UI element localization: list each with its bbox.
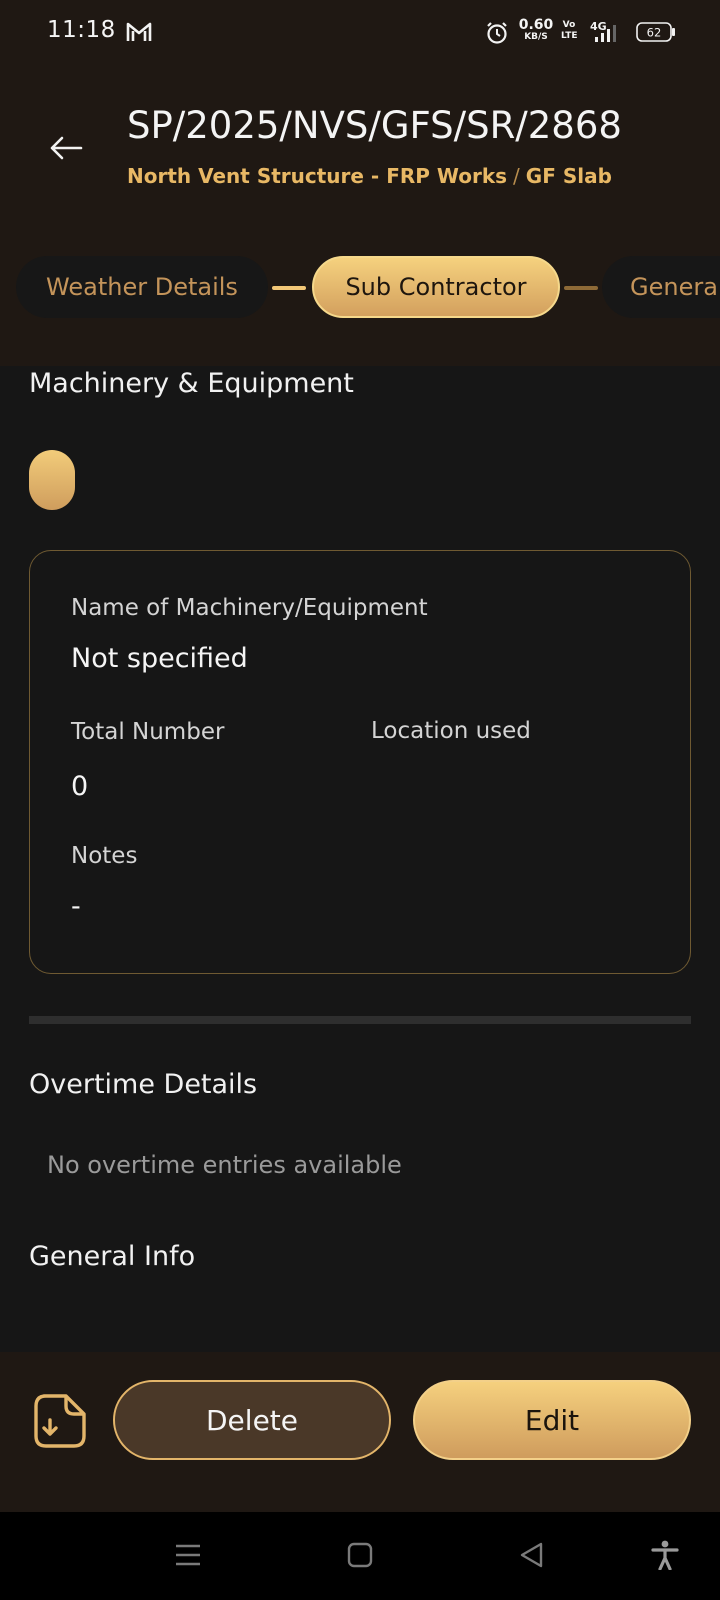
- breadcrumb-location: GF Slab: [525, 164, 612, 188]
- step-general[interactable]: Genera: [602, 256, 720, 318]
- breadcrumb-project: North Vent Structure - FRP Works: [127, 164, 508, 188]
- action-bar: Delete Edit: [0, 1352, 720, 1512]
- menu-icon[interactable]: [173, 1540, 203, 1570]
- back-button[interactable]: [44, 126, 88, 170]
- download-button[interactable]: [32, 1392, 88, 1450]
- page-title: SP/2025/NVS/GFS/SR/2868: [127, 104, 622, 147]
- home-icon[interactable]: [345, 1540, 375, 1570]
- gmail-icon: [126, 22, 152, 41]
- machinery-name-value: Not specified: [71, 643, 248, 674]
- overtime-section-title: Overtime Details: [29, 1069, 258, 1100]
- breadcrumb-separator: /: [513, 164, 520, 188]
- edit-button[interactable]: Edit: [413, 1380, 691, 1460]
- machinery-section-title: Machinery & Equipment: [29, 368, 354, 399]
- network-type: 4G: [590, 20, 607, 33]
- arrow-left-icon: [50, 136, 83, 160]
- download-document-icon: [34, 1394, 86, 1448]
- total-number-value: 0: [71, 771, 89, 802]
- volte-bottom: LTE: [561, 31, 578, 41]
- step-sub-contractor[interactable]: Sub Contractor: [312, 256, 560, 318]
- overtime-empty-text: No overtime entries available: [47, 1151, 402, 1179]
- system-nav-bar: [0, 1512, 720, 1600]
- total-number-label: Total Number: [71, 719, 225, 745]
- signal-icon: 4G: [590, 20, 616, 42]
- general-info-section-title: General Info: [29, 1241, 196, 1272]
- delete-button[interactable]: Delete: [113, 1380, 391, 1460]
- back-nav-icon[interactable]: [517, 1540, 547, 1570]
- net-speed-unit: KB/S: [524, 32, 548, 42]
- stepper: Weather Details Sub Contractor Genera: [0, 252, 720, 324]
- net-speed: 0.60 KB/S: [518, 18, 554, 42]
- accessibility-icon[interactable]: [650, 1540, 680, 1570]
- volte-top: Vo: [562, 20, 576, 30]
- breadcrumb: North Vent Structure - FRP Works / GF Slab: [127, 164, 612, 188]
- notes-value: -: [71, 891, 81, 922]
- machinery-toggle[interactable]: [29, 450, 75, 510]
- section-divider: [29, 1016, 691, 1024]
- machinery-name-label: Name of Machinery/Equipment: [71, 595, 428, 621]
- step-connector: [272, 286, 306, 290]
- step-connector: [564, 286, 598, 290]
- volte-indicator: Vo LTE: [561, 20, 578, 42]
- status-bar: 11:18 0.60 KB/S Vo LTE 4G 62: [0, 0, 720, 64]
- location-used-label: Location used: [371, 718, 531, 744]
- alarm-icon: [487, 22, 507, 44]
- machinery-card: Name of Machinery/Equipment Not specifie…: [29, 550, 691, 974]
- notes-label: Notes: [71, 843, 138, 869]
- battery-level: 62: [647, 26, 662, 40]
- status-time: 11:18: [47, 17, 116, 43]
- battery-icon: 62: [636, 22, 675, 42]
- step-weather-details[interactable]: Weather Details: [16, 256, 268, 318]
- net-speed-value: 0.60: [518, 17, 554, 33]
